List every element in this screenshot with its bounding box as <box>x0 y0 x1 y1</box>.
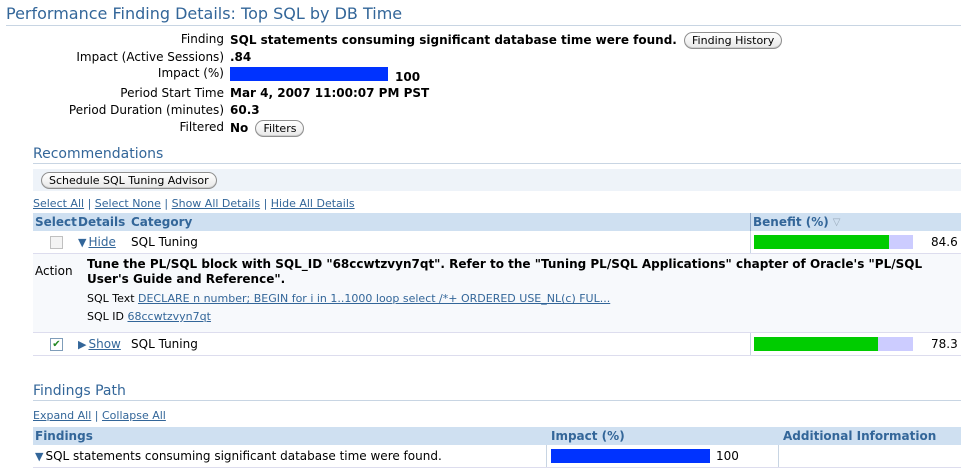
impact-pct-value: 100 <box>395 70 421 84</box>
row-details: ▼ Hide <box>78 231 116 253</box>
impact-sessions-label: Impact (Active Sessions) <box>76 50 224 64</box>
period-duration-value: 60.3 <box>230 103 260 117</box>
recommendation-row: ▼ Hide SQL Tuning 84.6 <box>33 231 961 254</box>
show-details-link[interactable]: Show <box>88 337 120 351</box>
action-label: Action <box>35 264 73 278</box>
impact-pct-bar-fill <box>230 67 388 81</box>
triangle-down-icon[interactable]: ▼ <box>35 450 43 463</box>
col-select: Select <box>35 215 77 229</box>
sql-text-label: SQL Text <box>87 292 135 305</box>
benefit-value: 78.3 <box>931 337 958 351</box>
recommendation-detail: Action Tune the PL/SQL block with SQL_ID… <box>33 254 961 333</box>
row-select-checkbox[interactable]: ✔ <box>50 337 63 351</box>
filtered-text: No <box>230 121 249 135</box>
col-benefit[interactable]: Benefit (%) ▽ <box>753 213 840 231</box>
filtered-label: Filtered <box>179 120 224 134</box>
finding-label: Finding <box>180 32 224 46</box>
recommendation-row: ✔ ▶ Show SQL Tuning 78.3 <box>33 333 961 356</box>
period-duration-label: Period Duration (minutes) <box>68 103 224 117</box>
findings-impact-value: 100 <box>716 449 739 463</box>
row-select <box>50 231 63 253</box>
findings-row-text: SQL statements consuming significant dat… <box>45 449 442 463</box>
show-all-details-link[interactable]: Show All Details <box>172 197 260 210</box>
row-select: ✔ <box>50 333 63 355</box>
recommendations-toolbar: Schedule SQL Tuning Advisor <box>33 169 961 191</box>
col-impact: Impact (%) <box>551 429 625 443</box>
row-category: SQL Tuning <box>131 235 198 249</box>
findings-impact-bar-fill <box>551 449 710 463</box>
action-text: Tune the PL/SQL block with SQL_ID "68ccw… <box>87 257 923 286</box>
col-details: Details <box>78 215 126 229</box>
triangle-down-icon[interactable]: ▼ <box>78 236 86 249</box>
col-findings: Findings <box>35 429 93 443</box>
findings-row: ▼ SQL statements consuming significant d… <box>33 445 961 468</box>
findings-table: Findings Impact (%) Additional Informati… <box>33 427 961 468</box>
filtered-value: No Filters <box>230 120 305 137</box>
benefit-bar <box>754 235 913 249</box>
finding-value: SQL statements consuming significant dat… <box>230 32 783 49</box>
col-category: Category <box>131 215 193 229</box>
expand-collapse-links: Expand All | Collapse All <box>33 409 166 422</box>
selection-links: Select All | Select None | Show All Deta… <box>33 197 355 210</box>
collapse-all-link[interactable]: Collapse All <box>102 409 166 422</box>
finding-history-button[interactable]: Finding History <box>684 32 783 49</box>
sql-id-label: SQL ID <box>87 310 124 323</box>
row-details: ▶ Show <box>78 333 121 355</box>
impact-pct-row: Impact (%) 100 <box>0 66 600 84</box>
period-start-row: Period Start Time Mar 4, 2007 11:00:07 P… <box>0 86 600 104</box>
recommendations-title: Recommendations <box>33 146 961 164</box>
benefit-bar-fill <box>754 337 879 351</box>
col-additional-info: Additional Information <box>783 429 937 443</box>
page-title: Performance Finding Details: Top SQL by … <box>6 4 961 26</box>
schedule-sql-tuning-advisor-button[interactable]: Schedule SQL Tuning Advisor <box>41 172 217 189</box>
row-category: SQL Tuning <box>131 337 198 351</box>
expand-all-link[interactable]: Expand All <box>33 409 91 422</box>
row-select-checkbox[interactable] <box>50 235 63 249</box>
impact-pct-bar <box>230 67 388 81</box>
filtered-row: Filtered No Filters <box>0 120 600 138</box>
select-all-link[interactable]: Select All <box>33 197 84 210</box>
hide-details-link[interactable]: Hide <box>88 235 115 249</box>
findings-impact-bar <box>551 449 710 463</box>
filters-button[interactable]: Filters <box>255 120 305 137</box>
findings-row-cell: ▼ SQL statements consuming significant d… <box>35 445 442 467</box>
sort-desc-icon: ▽ <box>832 216 841 228</box>
sql-text-link[interactable]: DECLARE n number; BEGIN for i in 1..1000… <box>138 292 610 305</box>
select-none-link[interactable]: Select None <box>95 197 161 210</box>
impact-pct-label: Impact (%) <box>157 66 224 80</box>
period-duration-row: Period Duration (minutes) 60.3 <box>0 103 600 121</box>
finding-row: Finding SQL statements consuming signifi… <box>0 32 783 50</box>
sql-text-row: SQL Text DECLARE n number; BEGIN for i i… <box>87 292 610 305</box>
recommendations-table: Select Details Category Benefit (%) ▽ ▼ … <box>33 213 961 356</box>
sql-id-row: SQL ID 68ccwtzvyn7qt <box>87 310 211 323</box>
benefit-value: 84.6 <box>931 235 958 249</box>
finding-text: SQL statements consuming significant dat… <box>230 33 677 47</box>
col-benefit-label: Benefit (%) <box>753 215 829 229</box>
triangle-right-icon[interactable]: ▶ <box>78 338 86 351</box>
benefit-bar <box>754 337 913 351</box>
benefit-bar-fill <box>754 235 889 249</box>
findings-path-title: Findings Path <box>33 383 961 401</box>
impact-sessions-value: .84 <box>230 50 252 64</box>
sql-id-link[interactable]: 68ccwtzvyn7qt <box>127 310 210 323</box>
recommendations-header: Select Details Category Benefit (%) ▽ <box>33 213 961 231</box>
period-start-label: Period Start Time <box>120 86 224 100</box>
hide-all-details-link[interactable]: Hide All Details <box>271 197 355 210</box>
findings-header: Findings Impact (%) Additional Informati… <box>33 427 961 445</box>
period-start-value: Mar 4, 2007 11:00:07 PM PST <box>230 86 430 100</box>
